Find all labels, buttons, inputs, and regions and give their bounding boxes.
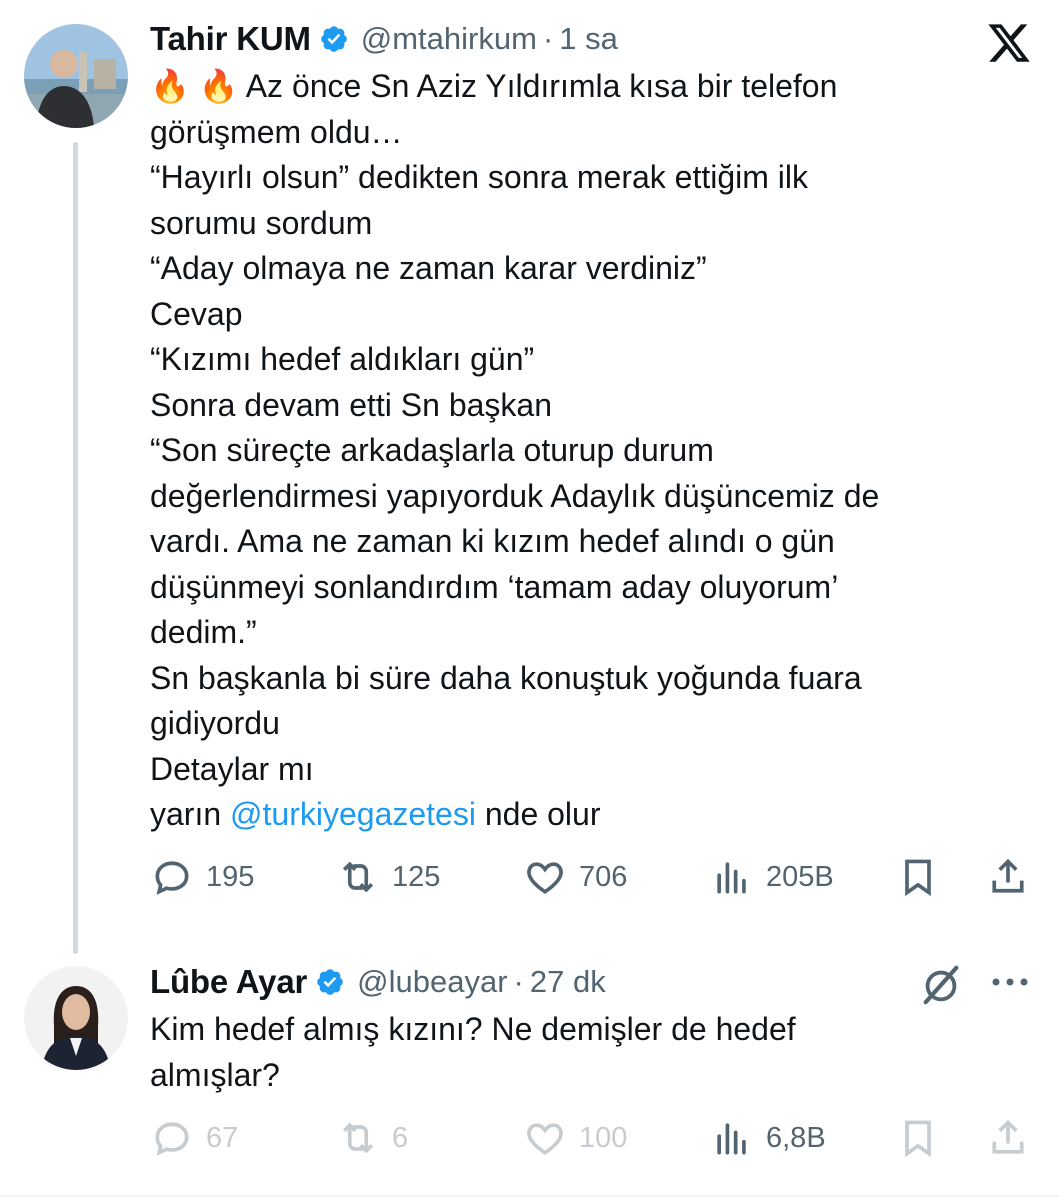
timestamp[interactable]: 1 sa (559, 21, 618, 57)
more-icon[interactable] (988, 970, 1032, 994)
share-button[interactable] (986, 1116, 1030, 1160)
tweet2-text: Kim hedef almış kızını? Ne demişler de h… (150, 1007, 1010, 1098)
like-icon (527, 1123, 563, 1155)
tweet1-header: Tahir KUM @mtahirkum · 1 sa (150, 20, 618, 58)
tweet-line: Kim hedef almış kızını? Ne demişler de h… (150, 1011, 796, 1047)
repost-icon (342, 861, 374, 893)
x-logo-icon[interactable] (986, 20, 1032, 66)
views-icon (717, 1123, 746, 1155)
views-button[interactable]: 205B (710, 855, 834, 899)
views-icon (717, 862, 746, 894)
share-icon (992, 858, 1024, 893)
bookmark-icon (905, 1120, 931, 1158)
bookmark-icon (905, 859, 931, 897)
reply-icon (155, 861, 189, 895)
tweet-line: görüşmem oldu… (150, 113, 403, 150)
verified-badge-icon (320, 26, 347, 52)
share-icon (992, 1119, 1024, 1154)
tweet-line: “Kızımı hedef aldıkları gün” (150, 341, 535, 377)
separator-dot: · (542, 21, 554, 56)
tweet-line: sorumu sordum (150, 204, 373, 241)
repost-count: 125 (392, 860, 441, 893)
tweet-line: dedim.” (150, 614, 257, 650)
verified-badge-icon (317, 969, 343, 995)
tweet-line: Sn başkanla bi süre daha konuştuk yoğund… (150, 659, 862, 696)
divider (0, 1195, 1059, 1197)
author-handle[interactable]: @lubeayar (357, 964, 507, 1000)
bookmark-button[interactable] (896, 1116, 940, 1160)
grok-icon[interactable] (918, 962, 964, 1008)
share-button[interactable] (986, 855, 1030, 899)
avatar-tahir-kum[interactable] (24, 24, 128, 128)
like-icon (527, 862, 563, 894)
tweet-line: “Aday olmaya ne zaman karar verdiniz” (150, 250, 707, 286)
tweet-line: Sonra devam etti Sn başkan (150, 386, 553, 423)
views-count: 6,8B (766, 1121, 826, 1154)
author-handle[interactable]: @mtahirkum (361, 21, 537, 57)
reply-icon (155, 1122, 189, 1156)
repost-count: 6 (392, 1121, 409, 1154)
tweet-line: “Hayırlı olsun” dedikten sonra merak ett… (150, 159, 809, 195)
avatar-lube-ayar[interactable] (24, 966, 128, 1070)
tweet2-action-bar: 67 6 100 6,8B (0, 1116, 1059, 1166)
tweet-last-line: yarın @turkiyegazetesi nde olur (150, 792, 1010, 838)
tweet-line: değerlendirmesi yapıyorduk Adaylık düşün… (150, 477, 880, 514)
tweet-line: Cevap (150, 295, 243, 332)
tweet1-text: 🔥 🔥 Az önce Sn Aziz Yıldırımla kısa bir … (150, 64, 1010, 838)
repost-icon (342, 1122, 374, 1154)
thread-connector-line (73, 142, 78, 954)
separator-dot: · (513, 964, 524, 999)
reply-button[interactable]: 67 (150, 1116, 238, 1160)
repost-button[interactable]: 125 (336, 855, 440, 899)
tweet-line: düşünmeyi sonlandırdım ‘tamam aday oluyo… (150, 568, 839, 605)
bookmark-button[interactable] (896, 855, 940, 899)
tweet-line: Detaylar mı (150, 750, 314, 787)
tweet-line: gidiyordu (150, 705, 280, 741)
tweet-line: “Son süreçte arkadaşlarla oturup durum (150, 432, 714, 468)
reply-count: 195 (206, 860, 255, 893)
repost-button[interactable]: 6 (336, 1116, 408, 1160)
author-name[interactable]: Lûbe Ayar (150, 963, 307, 1001)
like-button[interactable]: 706 (523, 855, 627, 899)
views-count: 205B (766, 860, 834, 893)
author-name[interactable]: Tahir KUM (150, 20, 311, 58)
views-button[interactable]: 6,8B (710, 1116, 826, 1160)
reply-button[interactable]: 195 (150, 855, 254, 899)
like-count: 706 (579, 860, 628, 893)
tweet-line: vardı. Ama ne zaman ki kızım hedef alınd… (150, 523, 835, 559)
mention-link[interactable]: @turkiyegazetesi (230, 796, 476, 832)
tweet-line: almışlar? (150, 1056, 280, 1093)
like-count: 100 (579, 1121, 628, 1154)
tweet2-header: Lûbe Ayar @lubeayar · 27 dk (150, 963, 606, 1001)
timestamp[interactable]: 27 dk (530, 964, 606, 1000)
last-line-prefix: yarın (150, 796, 231, 832)
last-line-suffix: nde olur (475, 796, 601, 832)
like-button[interactable]: 100 (523, 1116, 627, 1160)
reply-count: 67 (206, 1121, 239, 1154)
tweet-line: 🔥 🔥 Az önce Sn Aziz Yıldırımla kısa bir … (150, 68, 838, 104)
tweet1-action-bar: 195 125 706 205B (0, 855, 1059, 905)
